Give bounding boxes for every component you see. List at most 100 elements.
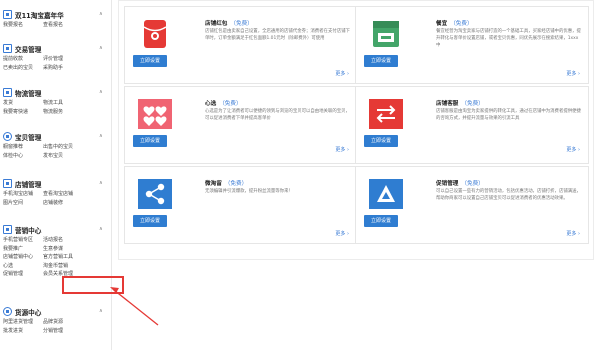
section-header[interactable]: 货源中心 ∧	[0, 306, 112, 317]
shop-icon	[3, 179, 12, 188]
sidebar-link[interactable]: 物流工具	[43, 99, 83, 106]
free-tag: （免费）	[450, 21, 473, 27]
chevron-up-icon[interactable]: ∧	[99, 89, 103, 95]
sidebar-link[interactable]: 提前收款	[3, 55, 43, 62]
shop-window-icon	[373, 21, 399, 47]
sidebar-link[interactable]: 查看淘宝店铺	[43, 190, 83, 197]
truck-icon	[3, 88, 12, 97]
section-header[interactable]: 宝贝管理 ∧	[0, 131, 112, 142]
section-header[interactable]: 双11淘宝嘉年华 ∧	[0, 9, 112, 20]
section-title: 物流管理	[15, 90, 42, 98]
card-description: 店铺红包是由卖家自己设置，全店通用的店铺代金券；消费者在支付店铺下单时，订单金额…	[205, 29, 350, 42]
card-canyi: 立即设置 餐宜 （免费） 餐宜经营为淘宝卖家与店铺打造的一个基础工具，买家经店铺中…	[355, 6, 589, 84]
section-title: 交易管理	[15, 46, 42, 54]
card-shop-service: 立即设置 店铺客服 （免费） 店铺客服是由淘宝为卖家提供的转化工具，通过在店铺中为…	[355, 86, 589, 164]
sidebar-link[interactable]: 我要推广	[3, 245, 43, 252]
chevron-up-icon[interactable]: ∧	[99, 133, 103, 139]
setup-button[interactable]: 立即设置	[133, 135, 167, 147]
sidebar-link[interactable]: 活动报名	[43, 236, 83, 243]
sidebar-link[interactable]: 手机营销专区	[3, 236, 43, 243]
card-title: 店铺红包 （免费）	[205, 21, 253, 27]
setup-button[interactable]: 立即设置	[364, 55, 398, 67]
sidebar-link[interactable]: 阿里进货管理	[3, 318, 43, 325]
more-link[interactable]: 更多 ›	[335, 230, 349, 237]
card-description: 可以自己设置一些有力的营销活动，包括优惠活动，店铺打折，店铺满送，帮助你商家可以…	[436, 189, 581, 202]
sidebar-link[interactable]: 生意参谋	[43, 245, 83, 252]
hearts-icon	[138, 99, 172, 129]
section-goods: 宝贝管理 ∧ 橱窗推荐 出售中的宝贝 体检中心 发布宝贝	[0, 131, 112, 159]
sidebar-link[interactable]: 发货	[3, 99, 43, 106]
sidebar-link[interactable]: 评价管理	[43, 55, 83, 62]
section-title: 宝贝管理	[15, 134, 42, 142]
triangle-icon	[369, 179, 403, 209]
section-shop: 店铺管理 ∧ 手机淘宝店铺 查看淘宝店铺 图片空间 店铺装修	[0, 178, 112, 206]
sidebar-link[interactable]: 分销管理	[43, 327, 83, 334]
free-tag: （免费）	[219, 101, 242, 107]
sidebar-link[interactable]: 促销管理	[3, 270, 43, 277]
chevron-up-icon[interactable]: ∧	[99, 226, 103, 232]
section-title: 双11淘宝嘉年华	[15, 12, 64, 20]
card-shop-redpacket: 立即设置 店铺红包 （免费） 店铺红包是由卖家自己设置，全店通用的店铺代金券；消费…	[124, 6, 358, 84]
chevron-up-icon[interactable]: ∧	[99, 45, 103, 51]
section-header[interactable]: 交易管理 ∧	[0, 43, 112, 54]
main-panel: 立即设置 店铺红包 （免费） 店铺红包是由卖家自己设置，全店通用的店铺代金券；消费…	[118, 0, 594, 260]
chevron-up-icon[interactable]: ∧	[99, 11, 103, 17]
chevron-up-icon[interactable]: ∧	[99, 180, 103, 186]
card-title: 微淘留 （免费）	[205, 181, 248, 187]
section-marketing: 营销中心 ∧ 手机营销专区 活动报名 我要推广 生意参谋 店铺营销中心 官方营销工具 …	[0, 224, 112, 277]
more-link[interactable]: 更多 ›	[566, 230, 580, 237]
sidebar-link[interactable]: 心选	[3, 262, 43, 269]
more-link[interactable]: 更多 ›	[566, 146, 580, 153]
more-link[interactable]: 更多 ›	[335, 70, 349, 77]
sidebar-link[interactable]: 橱窗推荐	[3, 143, 43, 150]
free-tag: （免费）	[230, 21, 253, 27]
more-link[interactable]: 更多 ›	[566, 70, 580, 77]
free-tag: （免费）	[461, 101, 484, 107]
share-icon	[138, 179, 172, 209]
sidebar-link[interactable]: 我要寄快递	[3, 108, 43, 115]
red-envelope-icon	[143, 20, 167, 48]
card-xinxuan: 立即设置 心选 （免费） 心选是为了让消费者可以便捷的领到与浏览的宝贝可以自由地关…	[124, 86, 358, 164]
card-title: 店铺客服 （免费）	[436, 101, 484, 107]
section-header[interactable]: 物流管理 ∧	[0, 87, 112, 98]
sidebar-link[interactable]: 物流服务	[43, 108, 83, 115]
chevron-up-icon[interactable]: ∧	[99, 308, 103, 314]
section-sourcing: 货源中心 ∧ 阿里进货管理 品牌货源 批发进货 分销管理	[0, 306, 112, 334]
section-title: 店铺管理	[15, 181, 42, 189]
megaphone-icon	[3, 225, 12, 234]
sidebar-link[interactable]: 淘金币营销	[43, 262, 83, 269]
sidebar-link[interactable]: 发布宝贝	[43, 152, 83, 159]
section-title: 货源中心	[15, 309, 42, 317]
setup-button[interactable]: 立即设置	[364, 135, 398, 147]
more-link[interactable]: 更多 ›	[335, 146, 349, 153]
sidebar-link[interactable]: 店铺营销中心	[3, 253, 43, 260]
sidebar-link[interactable]: 手机淘宝店铺	[3, 190, 43, 197]
sidebar-link[interactable]: 图片空间	[3, 199, 43, 206]
sidebar-link[interactable]: 查看报名	[43, 21, 83, 28]
setup-button[interactable]: 立即设置	[133, 55, 167, 67]
section-header[interactable]: 营销中心 ∧	[0, 224, 112, 235]
sidebar-link[interactable]: 品牌货源	[43, 318, 83, 325]
card-description: 心选是为了让消费者可以便捷的领到与浏览的宝贝可以自由地关联的宝贝，可以促进消费者…	[205, 109, 350, 122]
goods-icon	[3, 132, 12, 141]
setup-button[interactable]: 立即设置	[133, 215, 167, 227]
section-header[interactable]: 店铺管理 ∧	[0, 178, 112, 189]
section-double11: 双11淘宝嘉年华 ∧ 我要报名 查看报名	[0, 9, 112, 28]
sidebar-link[interactable]: 官方营销工具	[43, 253, 83, 260]
sidebar-link[interactable]: 已卖出的宝贝	[3, 64, 43, 71]
card-title: 餐宜 （免费）	[436, 21, 473, 27]
highlight-box	[62, 276, 124, 294]
double11-icon	[3, 10, 12, 19]
sourcing-icon	[3, 307, 12, 316]
sidebar-link[interactable]: 出售中的宝贝	[43, 143, 83, 150]
sidebar-link[interactable]: 批发进货	[3, 327, 43, 334]
sidebar-link[interactable]: 店铺装修	[43, 199, 83, 206]
sidebar-link[interactable]: 采购助手	[43, 64, 83, 71]
section-logistics: 物流管理 ∧ 发货 物流工具 我要寄快递 物流服务	[0, 87, 112, 115]
card-title: 促销管理 （免费）	[436, 181, 484, 187]
setup-button[interactable]: 立即设置	[364, 215, 398, 227]
sidebar-link[interactable]: 体检中心	[3, 152, 43, 159]
sidebar: 双11淘宝嘉年华 ∧ 我要报名 查看报名 交易管理 ∧ 提前收款 评价管理 已卖出的…	[0, 0, 112, 350]
trade-icon	[3, 44, 12, 53]
sidebar-link[interactable]: 我要报名	[3, 21, 43, 28]
